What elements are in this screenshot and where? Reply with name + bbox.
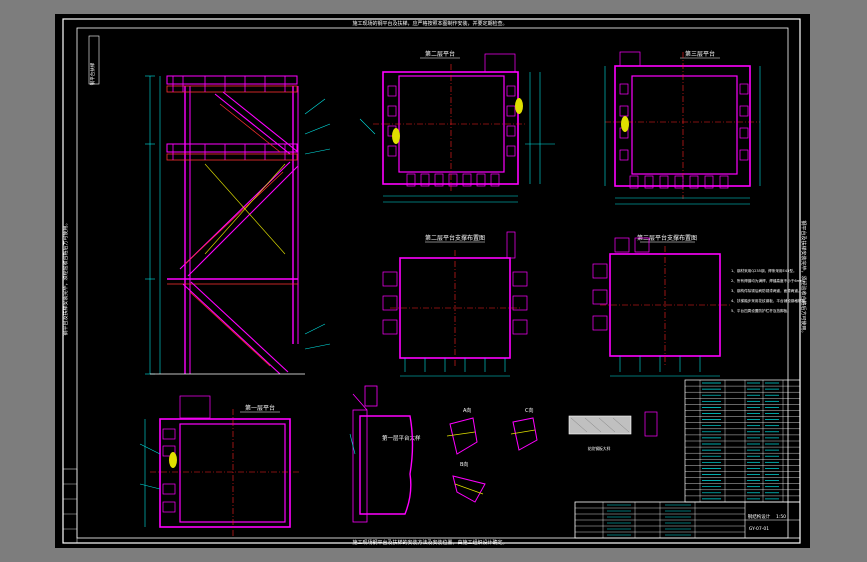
- title-scale: 1:50: [776, 514, 786, 520]
- ladder-detail-marker: [515, 98, 523, 114]
- section-a-title: A向: [463, 407, 471, 414]
- platform-1-detail-title: 第一层平台大样: [382, 434, 421, 442]
- platform-2-title: 第二层平台: [425, 50, 455, 58]
- section-details: A向 C向 B向: [446, 407, 538, 503]
- platform-2-plan: 第二层平台: [359, 50, 555, 203]
- platform-1-plan: 第一层平台: [139, 395, 300, 536]
- note-line: 3、钢构件除锈后刷防锈漆两道，面漆两道。: [731, 288, 802, 293]
- note-line: 5、平台四周设置防护栏杆及挡脚板。: [731, 308, 791, 313]
- left-side-note: 钢平台及扶梯安装完毕，须经验收合格后方可使用。: [62, 220, 69, 335]
- stamp-text: 钢平台扶梯: [89, 62, 96, 85]
- note-line: 1、钢材采用Q235钢，焊条采用E43型。: [731, 268, 797, 273]
- revision-strip: [62, 468, 78, 544]
- platform-1-detail: 第一层平台大样: [349, 385, 421, 523]
- general-notes: 1、钢材采用Q235钢，焊条采用E43型。 2、所有焊缝均为满焊，焊缝高度不小于…: [731, 268, 809, 313]
- ladder-detail-marker: [392, 128, 400, 144]
- bottom-note: 施工现场钢平台及扶梯的安装方法及安装位置，由施工组织设计确定。: [352, 539, 507, 546]
- top-note: 施工现场的钢平台及扶梯，应严格按照本图制作安装，并要定期检查。: [352, 20, 507, 27]
- platform-3-plan: 第三层平台: [604, 50, 761, 205]
- title-block: 钢结构设计 GY-07-01 1:50: [574, 501, 801, 539]
- drawing-sheet: 施工现场的钢平台及扶梯，应严格按照本图制作安装，并要定期检查。 施工现场钢平台及…: [55, 14, 810, 548]
- ladder-detail-marker: [169, 452, 177, 468]
- platform-1-title: 第一层平台: [245, 404, 275, 412]
- title-drawing-no: GY-07-01: [749, 526, 769, 532]
- section-b-title: B向: [460, 461, 468, 468]
- note-line: 2、所有焊缝均为满焊，焊缝高度不小于6mm。: [731, 278, 807, 283]
- stair-elevation: [145, 75, 331, 375]
- ladder-detail-marker: [621, 116, 629, 132]
- checker-plate-label: 花纹钢板大样: [588, 446, 611, 451]
- section-c-title: C向: [525, 407, 534, 414]
- materials-table: [684, 379, 801, 503]
- platform-2-support-plan: 第二层平台支撑布置图: [382, 231, 528, 377]
- inner-border: [76, 27, 789, 539]
- checker-plate-detail: 花纹钢板大样: [568, 411, 658, 451]
- platform-3-support-plan: 第三层平台支撑布置图: [592, 234, 730, 377]
- right-side-note: 钢平台及扶梯安装完毕，须经验收合格后方可使用。: [800, 220, 807, 335]
- cad-drawing: 施工现场的钢平台及扶梯，应严格按照本图制作安装，并要定期检查。 施工现场钢平台及…: [62, 18, 809, 546]
- platform-2-support-title: 第二层平台支撑布置图: [425, 234, 485, 242]
- platform-3-title: 第三层平台: [685, 50, 715, 58]
- title-company: 钢结构设计: [748, 513, 771, 520]
- note-line: 4、扶梯踏步采用花纹钢板，平台铺设钢格栅板。: [731, 298, 809, 303]
